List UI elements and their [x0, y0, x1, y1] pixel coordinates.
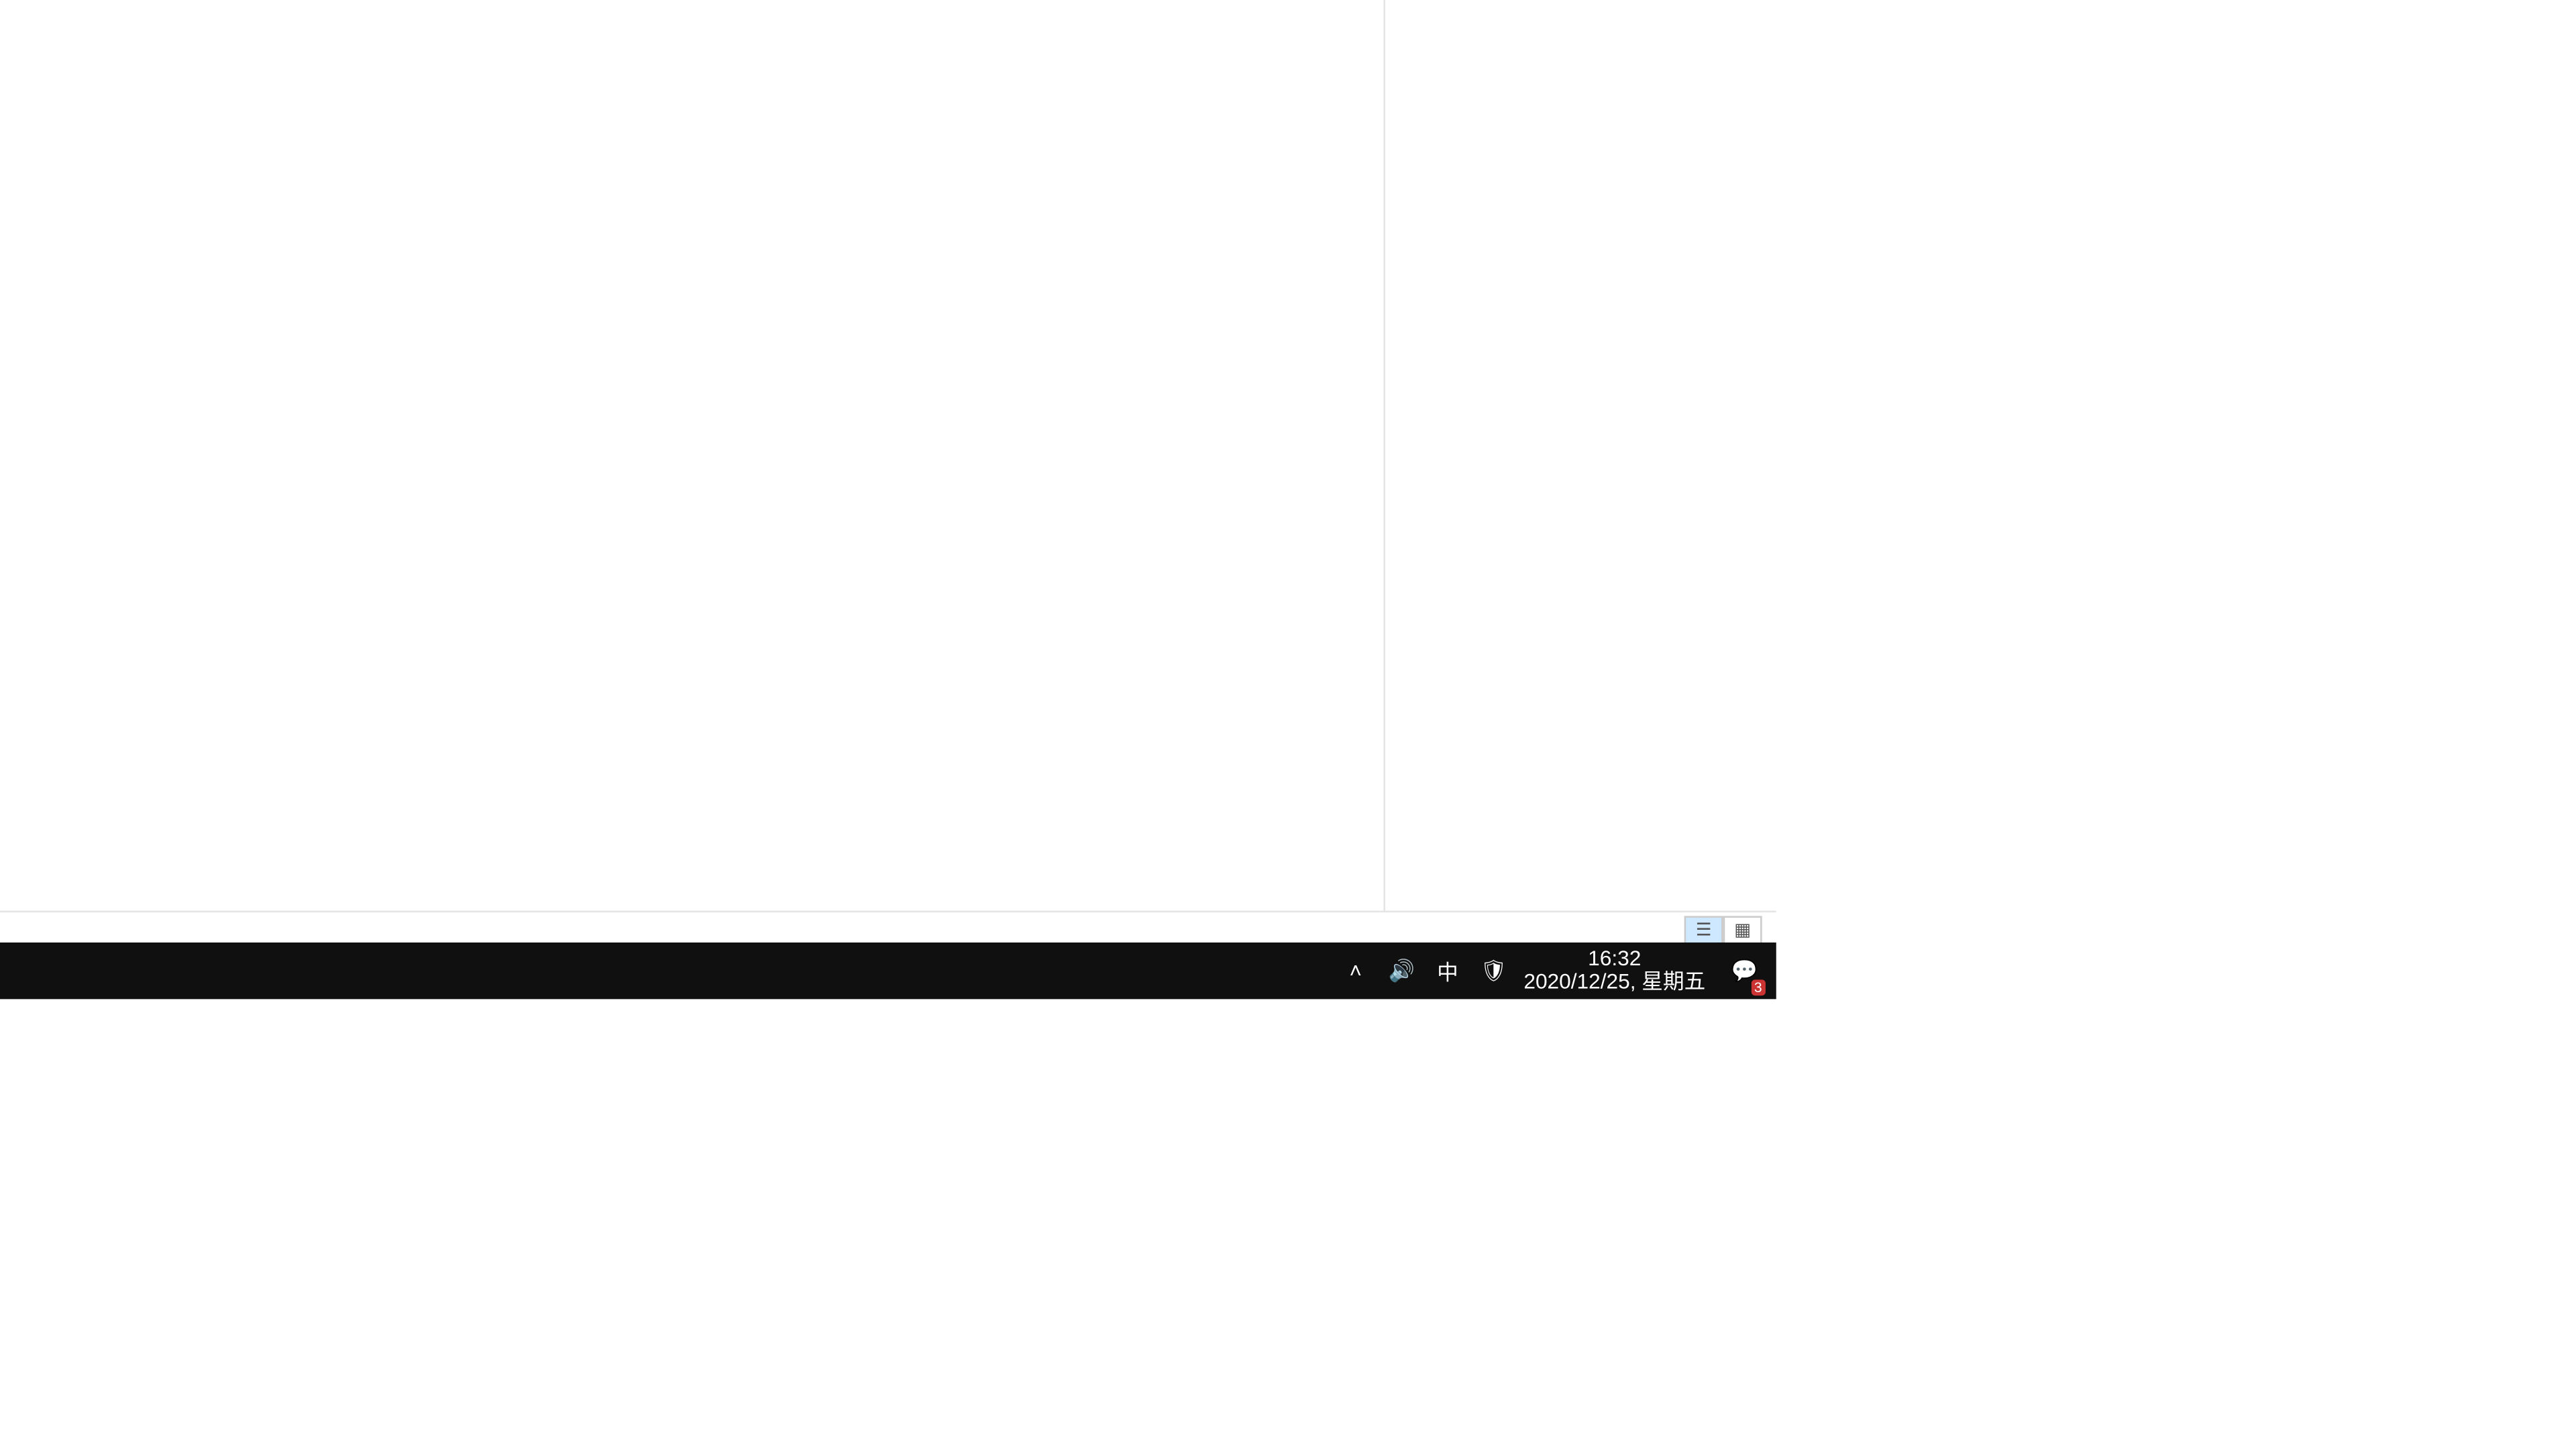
system-tray: ˄ 🔊 中 🛡 16:32 2020/12/25, 星期五 💬 3: [1340, 943, 1776, 999]
clock-date: 2020/12/25, 星期五: [1523, 971, 1705, 994]
security-icon[interactable]: 🛡: [1478, 959, 1509, 983]
volume-icon[interactable]: 🔊: [1386, 959, 1417, 983]
ime-icon[interactable]: 中: [1432, 956, 1463, 986]
tray-overflow-icon[interactable]: ˄: [1340, 959, 1371, 983]
preview-pane: 3 个项目: [1383, 0, 1776, 911]
taskbar: ⊞ 🔍 ⧉ ˄ 🔊 中 🛡 16:32 2020/12/25, 星期五 💬 3: [0, 943, 1776, 999]
file-list[interactable]: 名称 修改日期 类型 大小 ˄ 12020/12/15, 星期二 1...文件夹…: [0, 0, 1383, 911]
file-list-area: 名称 修改日期 类型 大小 ˄ 12020/12/15, 星期二 1...文件夹…: [0, 0, 1776, 911]
clock-time: 16:32: [1523, 947, 1705, 971]
action-center-button[interactable]: 💬 3: [1719, 943, 1769, 999]
notification-badge: 3: [1751, 979, 1766, 996]
main-area: ★快速访问 🖥Desktop📌⬇下载📌📄文档📌🖼图片📌excel表格制作求和📌Y…: [0, 0, 1776, 911]
taskbar-clock[interactable]: 16:32 2020/12/25, 星期五: [1523, 947, 1705, 994]
